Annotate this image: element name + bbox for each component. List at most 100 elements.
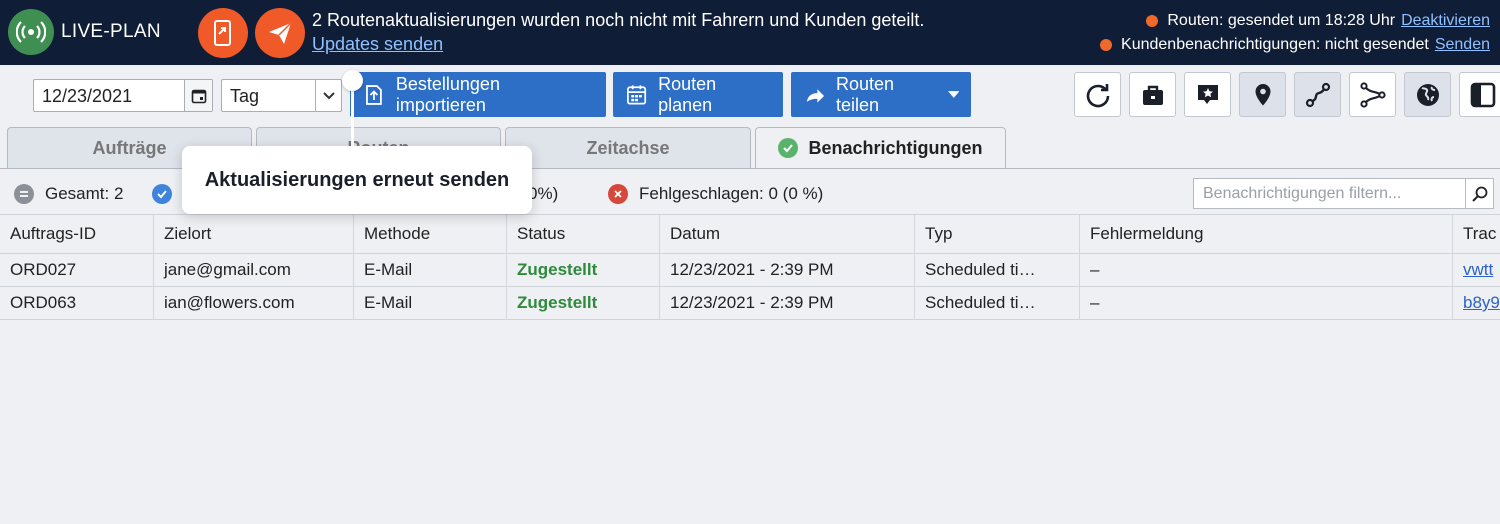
phone-send-icon xyxy=(214,20,231,46)
refresh-icon xyxy=(1086,83,1109,107)
order-id-cell: ORD063 xyxy=(10,293,77,312)
view-select-value: Tag xyxy=(230,86,260,106)
route-icon xyxy=(1305,82,1330,107)
status-cell: Zugestellt xyxy=(506,254,659,286)
date-value[interactable]: 12/23/2021 xyxy=(42,86,132,107)
destination-cell: jane@gmail.com xyxy=(153,254,353,286)
send-to-driver-button[interactable] xyxy=(198,8,248,58)
tab-orders-label: Aufträge xyxy=(92,137,167,158)
plan-routes-label: Routen planen xyxy=(658,73,717,115)
table-bottom-border xyxy=(0,319,1500,320)
x-circle-icon xyxy=(608,184,628,204)
filter-placeholder[interactable]: Benachrichtigungen filtern... xyxy=(1203,185,1401,203)
view-select[interactable]: Tag xyxy=(221,79,342,112)
type-cell: Scheduled ti… xyxy=(914,287,1079,319)
equals-circle-icon xyxy=(14,184,34,204)
method-cell: E-Mail xyxy=(353,287,506,319)
routes-status-text: Routen: gesendet um 18:28 Uhr xyxy=(1167,12,1396,29)
share-routes-button[interactable]: Routen teilen xyxy=(791,72,971,117)
tracking-link[interactable]: vwtt xyxy=(1452,254,1500,286)
total-count: Gesamt: 2 xyxy=(14,184,123,204)
column-header-destination[interactable]: Zielort xyxy=(153,215,353,253)
total-count-text: Gesamt: 2 xyxy=(45,184,124,203)
deactivate-link[interactable]: Deaktivieren xyxy=(1401,12,1490,30)
locations-button[interactable] xyxy=(1239,72,1286,117)
destination-cell: ian@flowers.com xyxy=(153,287,353,319)
send-updates-link[interactable]: Updates senden xyxy=(312,34,443,55)
sidebar-panel-icon xyxy=(1470,82,1495,107)
tooltip-anchor-dot xyxy=(342,70,363,91)
notification-filter-input[interactable]: Benachrichtigungen filtern... xyxy=(1193,178,1494,209)
paper-plane-icon xyxy=(269,22,292,44)
caret-down-icon xyxy=(947,90,959,98)
date-cell: 12/23/2021 - 2:39 PM xyxy=(659,254,914,286)
delivered-count xyxy=(152,184,183,204)
error-cell: – xyxy=(1079,287,1452,319)
import-orders-label: Bestellungen importieren xyxy=(395,73,500,115)
column-header-tracking[interactable]: Trac xyxy=(1452,215,1500,253)
column-header-status[interactable]: Status xyxy=(506,215,659,253)
tab-timeline[interactable]: Zeitachse xyxy=(505,127,751,168)
resend-updates-tooltip: Aktualisierungen erneut senden xyxy=(182,146,532,214)
orders-bag-button[interactable] xyxy=(1129,72,1176,117)
check-circle-icon xyxy=(778,138,799,158)
date-picker[interactable]: 12/23/2021 xyxy=(33,79,213,112)
order-id-cell: ORD027 xyxy=(10,260,77,279)
notifications-table: Auftrags-ID Zielort Methode Status Datum… xyxy=(0,214,1500,320)
column-header-method[interactable]: Methode xyxy=(353,215,506,253)
chevron-down-icon xyxy=(315,80,341,111)
send-updates-button[interactable] xyxy=(255,8,305,58)
tab-notifications[interactable]: Benachrichtigungen xyxy=(755,127,1006,168)
column-header-type[interactable]: Typ xyxy=(914,215,1079,253)
app-name: LIVE-PLAN xyxy=(61,21,161,42)
map-pin-icon xyxy=(1255,83,1270,105)
delivered-percent-text: 0%) xyxy=(528,184,559,203)
status-cell: Zugestellt xyxy=(506,287,659,319)
tracking-link[interactable]: b8y9 xyxy=(1452,287,1500,319)
file-upload-icon xyxy=(366,84,382,105)
column-header-error[interactable]: Fehlermeldung xyxy=(1079,215,1452,253)
method-cell: E-Mail xyxy=(353,254,506,286)
routes-status: Routen: gesendet um 18:28 Uhr Deaktivier… xyxy=(1146,12,1490,30)
share-arrow-icon xyxy=(806,88,825,103)
tab-timeline-label: Zeitachse xyxy=(586,137,670,158)
check-circle-icon xyxy=(152,184,172,204)
feedback-button[interactable] xyxy=(1184,72,1231,117)
table-header: Auftrags-ID Zielort Methode Status Datum… xyxy=(0,214,1500,253)
globe-icon xyxy=(1416,83,1439,106)
route-split-button[interactable] xyxy=(1349,72,1396,117)
status-dot-icon xyxy=(1100,39,1113,51)
banner-message: 2 Routenaktualisierungen wurden noch nic… xyxy=(312,10,925,30)
tab-notifications-label: Benachrichtigungen xyxy=(808,137,983,158)
share-routes-label: Routen teilen xyxy=(835,73,895,115)
search-icon[interactable] xyxy=(1465,179,1493,208)
briefcase-icon xyxy=(1142,85,1163,105)
top-banner: LIVE-PLAN 2 Routenaktualisierungen wurde… xyxy=(0,0,1500,65)
import-orders-button[interactable]: Bestellungen importieren xyxy=(350,72,606,117)
error-cell: – xyxy=(1079,254,1452,286)
star-comment-icon xyxy=(1197,84,1218,104)
route-path-button[interactable] xyxy=(1294,72,1341,117)
toolbar: 12/23/2021 Tag Bestellungen importieren … xyxy=(0,65,1500,123)
column-header-date[interactable]: Datum xyxy=(659,215,914,253)
table-row[interactable]: ORD027 jane@gmail.com E-Mail Zugestellt … xyxy=(0,253,1500,286)
globe-button[interactable] xyxy=(1404,72,1451,117)
sidebar-toggle-button[interactable] xyxy=(1459,72,1500,117)
status-dot-icon xyxy=(1146,15,1159,27)
send-link[interactable]: Senden xyxy=(1435,36,1490,54)
calendar-grid-icon xyxy=(627,84,647,105)
customer-notification-status: Kundenbenachrichtigungen: nicht gesendet… xyxy=(1100,36,1490,54)
live-broadcast-icon[interactable] xyxy=(8,9,54,55)
table-row[interactable]: ORD063 ian@flowers.com E-Mail Zugestellt… xyxy=(0,286,1500,319)
failed-count-text: Fehlgeschlagen: 0 (0 %) xyxy=(639,184,824,203)
refresh-button[interactable] xyxy=(1074,72,1121,117)
tooltip-text: Aktualisierungen erneut senden xyxy=(204,168,510,191)
type-cell: Scheduled ti… xyxy=(914,254,1079,286)
customer-status-text: Kundenbenachrichtigungen: nicht gesendet xyxy=(1121,36,1429,53)
calendar-icon[interactable] xyxy=(184,80,212,111)
date-cell: 12/23/2021 - 2:39 PM xyxy=(659,287,914,319)
column-header-order-id[interactable]: Auftrags-ID xyxy=(0,215,153,253)
failed-count: Fehlgeschlagen: 0 (0 %) xyxy=(608,184,823,204)
route-branch-icon xyxy=(1359,81,1386,108)
plan-routes-button[interactable]: Routen planen xyxy=(613,72,783,117)
